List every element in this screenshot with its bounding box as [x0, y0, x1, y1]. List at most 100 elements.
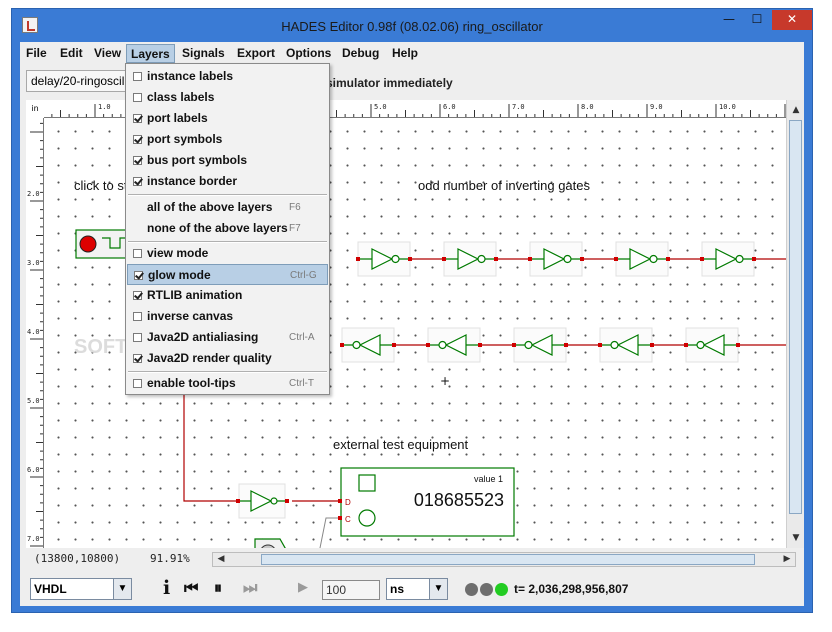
menu-item-port-symbols[interactable]: port symbols [127, 129, 328, 150]
horizontal-scroll-thumb[interactable] [261, 554, 755, 565]
menu-item-label: instance labels [147, 69, 234, 83]
menu-item-no-layers[interactable]: none of the above layers F7 [127, 218, 328, 239]
menu-item-shortcut: Ctrl-A [289, 332, 315, 343]
inverter-gate[interactable] [236, 483, 289, 519]
menu-item-java2d-antialiasing[interactable]: Java2D antialiasing Ctrl-A [127, 327, 328, 348]
inverter-gate[interactable] [356, 241, 412, 277]
menu-signals[interactable]: Signals [178, 44, 229, 63]
title-bar: HADES Editor 0.98f (08.02.06) ring_oscil… [12, 9, 812, 43]
checkbox-icon [133, 156, 142, 165]
menu-item-all-layers[interactable]: all of the above layers F6 [127, 197, 328, 218]
chevron-down-icon[interactable]: ▼ [429, 579, 447, 599]
menu-item-label: RTLIB animation [147, 288, 243, 302]
toolbar-hint: simulator immediately [326, 76, 453, 90]
menu-item-java2d-render-quality[interactable]: Java2D render quality [127, 348, 328, 369]
menu-item-class-labels[interactable]: class labels [127, 87, 328, 108]
info-icon[interactable]: i [163, 579, 170, 598]
inverter-gate[interactable] [442, 241, 498, 277]
ruler-label: 5.0 [374, 103, 387, 111]
checkbox-icon [133, 379, 142, 388]
menu-item-instance-labels[interactable]: instance labels [127, 66, 328, 87]
checkbox-icon [133, 312, 142, 321]
inverter-gate[interactable] [340, 327, 396, 363]
menu-export[interactable]: Export [233, 44, 279, 63]
pin-c-label: C [345, 515, 351, 524]
ruler-label: 10.0 [719, 103, 736, 111]
counter-value: 018685523 [414, 490, 504, 510]
chevron-down-icon[interactable]: ▼ [113, 579, 131, 599]
fast-forward-icon[interactable]: ⏭ [243, 579, 257, 597]
reset-counter-button[interactable]: reset-counter [185, 538, 288, 548]
menu-item-shortcut: F7 [289, 223, 301, 234]
inverter-gate[interactable] [528, 241, 584, 277]
inverter-gate[interactable] [426, 327, 482, 363]
close-button[interactable]: ✕ [772, 10, 812, 30]
reset-wire [319, 517, 341, 548]
checkbox-icon [133, 72, 142, 81]
menu-item-shortcut: Ctrl-G [290, 270, 317, 281]
minimize-button[interactable]: — [716, 10, 742, 30]
zoom-level: 91.91% [150, 552, 190, 565]
status-bar: (13800,10800) 91.91% ◀ ▶ [20, 550, 804, 568]
menu-view[interactable]: View [90, 44, 125, 63]
menu-item-label: port symbols [147, 132, 223, 146]
time-unit-value: ns [390, 582, 405, 596]
inverter-gate[interactable] [684, 327, 740, 363]
menu-item-label: Java2D render quality [147, 351, 272, 365]
counter-label: value 1 [474, 474, 503, 484]
menu-item-shortcut: F6 [289, 202, 301, 213]
ruler-label: 4.0 [27, 328, 40, 336]
scroll-left-icon[interactable]: ◀ [213, 551, 229, 567]
inverter-gate[interactable] [512, 327, 568, 363]
menu-item-label: port labels [147, 111, 208, 125]
menu-item-label: instance border [147, 174, 238, 188]
menu-item-view-mode[interactable]: view mode [127, 243, 328, 264]
rewind-icon[interactable]: ⏮ [184, 579, 198, 597]
horizontal-scrollbar[interactable]: ◀ ▶ [212, 552, 796, 567]
menu-debug[interactable]: Debug [338, 44, 383, 63]
vertical-scroll-thumb[interactable] [789, 120, 802, 514]
menu-layers[interactable]: Layers [126, 44, 175, 63]
ruler-label: 9.0 [650, 103, 663, 111]
menu-separator [128, 194, 327, 196]
status-led-3 [495, 583, 508, 596]
counter-component[interactable]: value 1 018685523 D C [338, 467, 515, 537]
inverter-gate[interactable] [598, 327, 654, 363]
menu-item-inverse-canvas[interactable]: inverse canvas [127, 306, 328, 327]
menu-item-enable-tooltips[interactable]: enable tool-tips Ctrl-T [127, 373, 328, 394]
status-led-1 [465, 583, 478, 596]
mode-select[interactable]: VHDL ▼ [30, 578, 132, 600]
crosshair-cursor-icon: + [440, 374, 450, 388]
checkbox-icon [133, 354, 142, 363]
time-unit-select[interactable]: ns ▼ [386, 578, 448, 600]
scroll-down-icon[interactable]: ▼ [788, 530, 804, 546]
menu-item-instance-border[interactable]: instance border [127, 171, 328, 192]
checkbox-icon [133, 333, 142, 342]
menu-options[interactable]: Options [282, 44, 335, 63]
simulation-time: t= 2,036,298,956,807 [514, 582, 629, 596]
pause-icon[interactable]: ⏸ [214, 579, 222, 597]
layers-menu: instance labels class labels port labels… [125, 63, 330, 395]
ruler-label: 6.0 [443, 103, 456, 111]
inverter-gate[interactable] [700, 241, 756, 277]
menu-item-port-labels[interactable]: port labels [127, 108, 328, 129]
menu-help[interactable]: Help [388, 44, 422, 63]
odd-gates-label: odd number of inverting gates [418, 178, 590, 193]
menu-item-glow-mode[interactable]: glow mode Ctrl-G [127, 264, 328, 285]
menu-edit[interactable]: Edit [56, 44, 87, 63]
pin-d-label: D [345, 498, 351, 507]
inverter-gate[interactable] [614, 241, 670, 277]
ruler-label: 5.0 [27, 397, 40, 405]
scroll-right-icon[interactable]: ▶ [779, 551, 795, 567]
menu-item-label: view mode [147, 246, 209, 260]
menu-item-bus-port-symbols[interactable]: bus port symbols [127, 150, 328, 171]
menu-item-label: enable tool-tips [147, 376, 236, 390]
run-duration-input[interactable]: 100 [322, 580, 380, 600]
menu-file[interactable]: File [22, 44, 51, 63]
vertical-scrollbar[interactable]: ▲ ▼ [786, 100, 804, 548]
menu-item-rtlib-animation[interactable]: RTLIB animation [127, 285, 328, 306]
scroll-up-icon[interactable]: ▲ [788, 102, 804, 118]
checkbox-icon [133, 291, 142, 300]
maximize-button[interactable]: ☐ [744, 10, 770, 30]
play-icon[interactable]: ▶ [298, 579, 308, 597]
